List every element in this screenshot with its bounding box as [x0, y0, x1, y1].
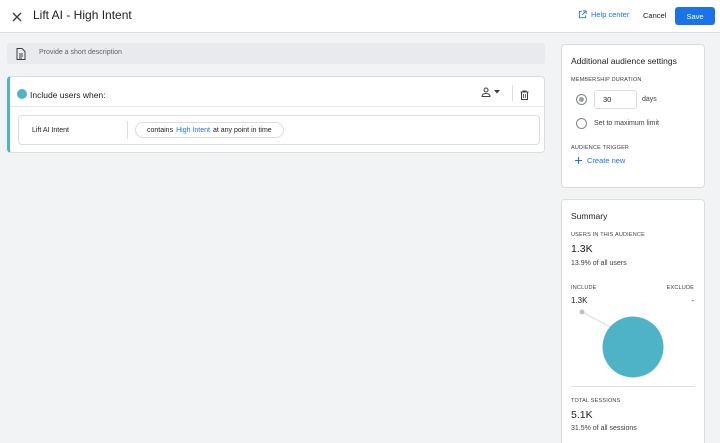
condition-group-header: Include users when:: [10, 77, 544, 107]
plus-icon: [575, 157, 582, 164]
close-icon: [12, 12, 22, 22]
duration-input[interactable]: [594, 90, 637, 109]
summary-title: Summary: [571, 211, 608, 221]
sessions-label: TOTAL SESSIONS: [571, 398, 621, 404]
help-center-link[interactable]: Help center: [578, 10, 629, 19]
include-label: INCLUDE: [571, 285, 597, 291]
condition-row[interactable]: Lift AI Intent contains High Intent at a…: [18, 115, 540, 145]
cancel-button[interactable]: Cancel: [643, 11, 666, 20]
close-button[interactable]: [9, 9, 25, 25]
users-value: 1.3K: [571, 243, 593, 255]
condition-value: High Intent: [176, 126, 210, 134]
max-limit-label: Set to maximum limit: [594, 120, 659, 127]
duration-unit: days: [642, 96, 657, 103]
help-center-label: Help center: [591, 10, 630, 19]
save-button[interactable]: Save: [675, 7, 715, 25]
caret-down-icon: [494, 90, 500, 94]
open-in-new-icon: [578, 10, 587, 19]
include-heading: Include users when:: [30, 90, 106, 100]
condition-operator: contains: [147, 126, 174, 134]
audience-venn-chart: [579, 309, 664, 378]
exclude-label: EXCLUDE: [666, 285, 694, 291]
users-label: USERS IN THIS AUDIENCE: [571, 232, 645, 238]
settings-title: Additional audience settings: [571, 56, 677, 66]
users-percentage: 13.9% of all users: [571, 260, 627, 267]
condition-scope: at any point in time: [212, 126, 272, 134]
trash-icon: [520, 90, 529, 100]
condition-dimension: Lift AI Intent: [32, 127, 69, 134]
sessions-value: 5.1K: [571, 409, 593, 421]
create-trigger-button[interactable]: Create new: [575, 156, 625, 165]
membership-duration-label: MEMBERSHIP DURATION: [571, 77, 642, 83]
person-icon: [481, 87, 491, 97]
summary-panel: Summary USERS IN THIS AUDIENCE 1.3K 13.9…: [561, 199, 705, 443]
condition-divider: [127, 121, 128, 139]
max-limit-radio[interactable]: [576, 118, 587, 129]
top-bar: Lift AI - High Intent Help center Cancel…: [0, 0, 720, 33]
delete-button[interactable]: [520, 87, 529, 105]
create-new-label: Create new: [587, 156, 626, 165]
description-placeholder: Provide a short description: [39, 49, 122, 56]
include-color-dot: [17, 89, 27, 99]
document-icon: [16, 48, 26, 60]
scope-dropdown[interactable]: [481, 87, 500, 97]
condition-chip[interactable]: contains High Intent at any point in tim…: [135, 122, 284, 138]
page-title: Lift AI - High Intent: [33, 8, 132, 22]
include-circle: [602, 316, 664, 378]
duration-radio[interactable]: [576, 94, 587, 105]
audience-trigger-label: AUDIENCE TRIGGER: [571, 145, 630, 151]
sessions-percentage: 31.5% of all sessions: [571, 425, 637, 432]
description-field[interactable]: Provide a short description: [7, 43, 545, 64]
header-divider: [512, 85, 513, 101]
audience-settings-panel: Additional audience settings MEMBERSHIP …: [561, 44, 705, 188]
chart-anchor-dot: [579, 309, 585, 315]
condition-group-card: Include users when: Lift AI Intent conta…: [7, 76, 545, 153]
summary-divider: [571, 386, 695, 387]
